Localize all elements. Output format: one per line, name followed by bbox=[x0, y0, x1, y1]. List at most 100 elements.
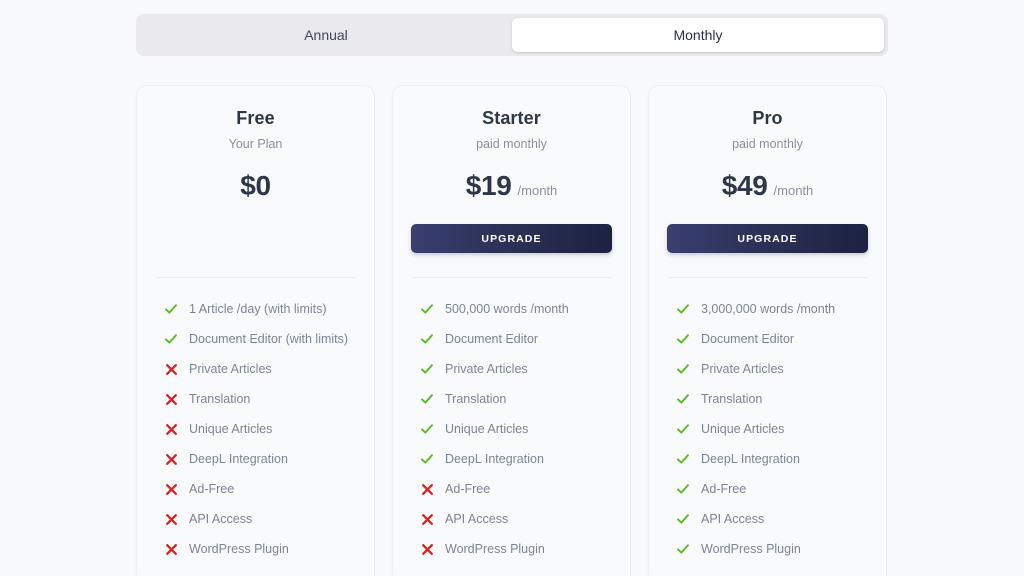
feature-item: DeepL Integration bbox=[411, 444, 612, 474]
feature-item: API Access bbox=[411, 504, 612, 534]
feature-item: 500,000 words /month bbox=[411, 294, 612, 324]
cross-icon bbox=[420, 483, 434, 496]
billing-period-toggle[interactable]: Annual Monthly bbox=[136, 14, 888, 56]
check-icon bbox=[420, 392, 434, 406]
check-icon bbox=[420, 422, 434, 436]
check-icon bbox=[676, 512, 690, 526]
feature-label: WordPress Plugin bbox=[189, 542, 289, 556]
check-icon bbox=[676, 362, 690, 376]
price-amount: $0 bbox=[240, 170, 271, 201]
cross-icon bbox=[164, 543, 178, 556]
cross-icon bbox=[420, 543, 434, 556]
feature-item: Unique Articles bbox=[155, 414, 356, 444]
check-icon bbox=[420, 362, 434, 376]
pricing-page: Annual Monthly Free Your Plan $0 1 Artic… bbox=[0, 0, 1024, 576]
plan-card-list: Free Your Plan $0 1 Article /day (with l… bbox=[136, 85, 888, 576]
feature-label: Private Articles bbox=[701, 362, 784, 376]
card-divider bbox=[155, 277, 356, 278]
price-amount: $49 bbox=[721, 170, 768, 201]
upgrade-button-starter[interactable]: UPGRADE bbox=[411, 224, 612, 253]
plan-card-pro: Pro paid monthly $49 /month UPGRADE 3,00… bbox=[648, 85, 887, 576]
cross-icon bbox=[164, 423, 178, 436]
feature-label: WordPress Plugin bbox=[445, 542, 545, 556]
check-icon bbox=[676, 482, 690, 496]
feature-item: Document Editor (with limits) bbox=[155, 324, 356, 354]
toggle-option-monthly[interactable]: Monthly bbox=[512, 18, 884, 52]
feature-label: Translation bbox=[445, 392, 507, 406]
card-divider bbox=[667, 277, 868, 278]
feature-label: Document Editor (with limits) bbox=[189, 332, 349, 346]
plan-subtitle: Your Plan bbox=[228, 137, 283, 151]
feature-label: API Access bbox=[445, 512, 509, 526]
check-icon bbox=[420, 332, 434, 346]
plan-card-starter: Starter paid monthly $19 /month UPGRADE … bbox=[392, 85, 631, 576]
feature-label: DeepL Integration bbox=[445, 452, 544, 466]
price-amount: $19 bbox=[465, 170, 512, 201]
feature-item: API Access bbox=[667, 504, 868, 534]
cross-icon bbox=[164, 393, 178, 406]
cross-icon bbox=[164, 513, 178, 526]
feature-label: Document Editor bbox=[701, 332, 795, 346]
cross-icon bbox=[164, 453, 178, 466]
feature-label: Private Articles bbox=[189, 362, 272, 376]
feature-item: Translation bbox=[155, 384, 356, 414]
feature-label: Translation bbox=[701, 392, 763, 406]
cross-icon bbox=[420, 513, 434, 526]
feature-item: DeepL Integration bbox=[667, 444, 868, 474]
check-icon bbox=[676, 422, 690, 436]
feature-label: Unique Articles bbox=[445, 422, 529, 436]
feature-label: API Access bbox=[189, 512, 253, 526]
feature-item: Document Editor bbox=[411, 324, 612, 354]
feature-item: Private Articles bbox=[155, 354, 356, 384]
plan-subtitle: paid monthly bbox=[732, 137, 803, 151]
check-icon bbox=[164, 302, 178, 316]
feature-label: Unique Articles bbox=[701, 422, 785, 436]
feature-label: Document Editor bbox=[445, 332, 539, 346]
feature-item: 1 Article /day (with limits) bbox=[155, 294, 356, 324]
feature-label: Ad-Free bbox=[189, 482, 235, 496]
feature-label: API Access bbox=[701, 512, 765, 526]
feature-list-pro: 3,000,000 words /month Document Editor Pri… bbox=[667, 294, 868, 564]
feature-item: WordPress Plugin bbox=[667, 534, 868, 564]
check-icon bbox=[164, 332, 178, 346]
plan-price: $0 bbox=[155, 170, 356, 202]
feature-item: Unique Articles bbox=[667, 414, 868, 444]
feature-item: WordPress Plugin bbox=[155, 534, 356, 564]
feature-label: DeepL Integration bbox=[189, 452, 288, 466]
feature-label: Ad-Free bbox=[445, 482, 491, 496]
feature-item: Ad-Free bbox=[667, 474, 868, 504]
check-icon bbox=[420, 302, 434, 316]
feature-item: Private Articles bbox=[411, 354, 612, 384]
plan-name: Starter bbox=[482, 108, 541, 128]
feature-item: Translation bbox=[667, 384, 868, 414]
feature-item: Translation bbox=[411, 384, 612, 414]
feature-label: DeepL Integration bbox=[701, 452, 800, 466]
feature-item: WordPress Plugin bbox=[411, 534, 612, 564]
check-icon bbox=[676, 332, 690, 346]
plan-price: $49 /month bbox=[667, 170, 868, 202]
toggle-option-annual[interactable]: Annual bbox=[140, 18, 512, 52]
check-icon bbox=[676, 542, 690, 556]
check-icon bbox=[420, 452, 434, 466]
cta-placeholder bbox=[155, 224, 356, 253]
cross-icon bbox=[164, 363, 178, 376]
cross-icon bbox=[164, 483, 178, 496]
upgrade-button-pro[interactable]: UPGRADE bbox=[667, 224, 868, 253]
plan-price: $19 /month bbox=[411, 170, 612, 202]
card-divider bbox=[411, 277, 612, 278]
check-icon bbox=[676, 302, 690, 316]
check-icon bbox=[676, 392, 690, 406]
feature-item: API Access bbox=[155, 504, 356, 534]
feature-item: DeepL Integration bbox=[155, 444, 356, 474]
feature-label: 3,000,000 words /month bbox=[701, 302, 836, 316]
feature-item: Ad-Free bbox=[155, 474, 356, 504]
feature-item: Ad-Free bbox=[411, 474, 612, 504]
feature-item: Document Editor bbox=[667, 324, 868, 354]
feature-list-starter: 500,000 words /month Document Editor Priva… bbox=[411, 294, 612, 564]
feature-item: Unique Articles bbox=[411, 414, 612, 444]
feature-label: WordPress Plugin bbox=[701, 542, 801, 556]
price-period: /month bbox=[517, 183, 558, 198]
feature-label: Unique Articles bbox=[189, 422, 273, 436]
feature-label: Translation bbox=[189, 392, 251, 406]
check-icon bbox=[676, 452, 690, 466]
